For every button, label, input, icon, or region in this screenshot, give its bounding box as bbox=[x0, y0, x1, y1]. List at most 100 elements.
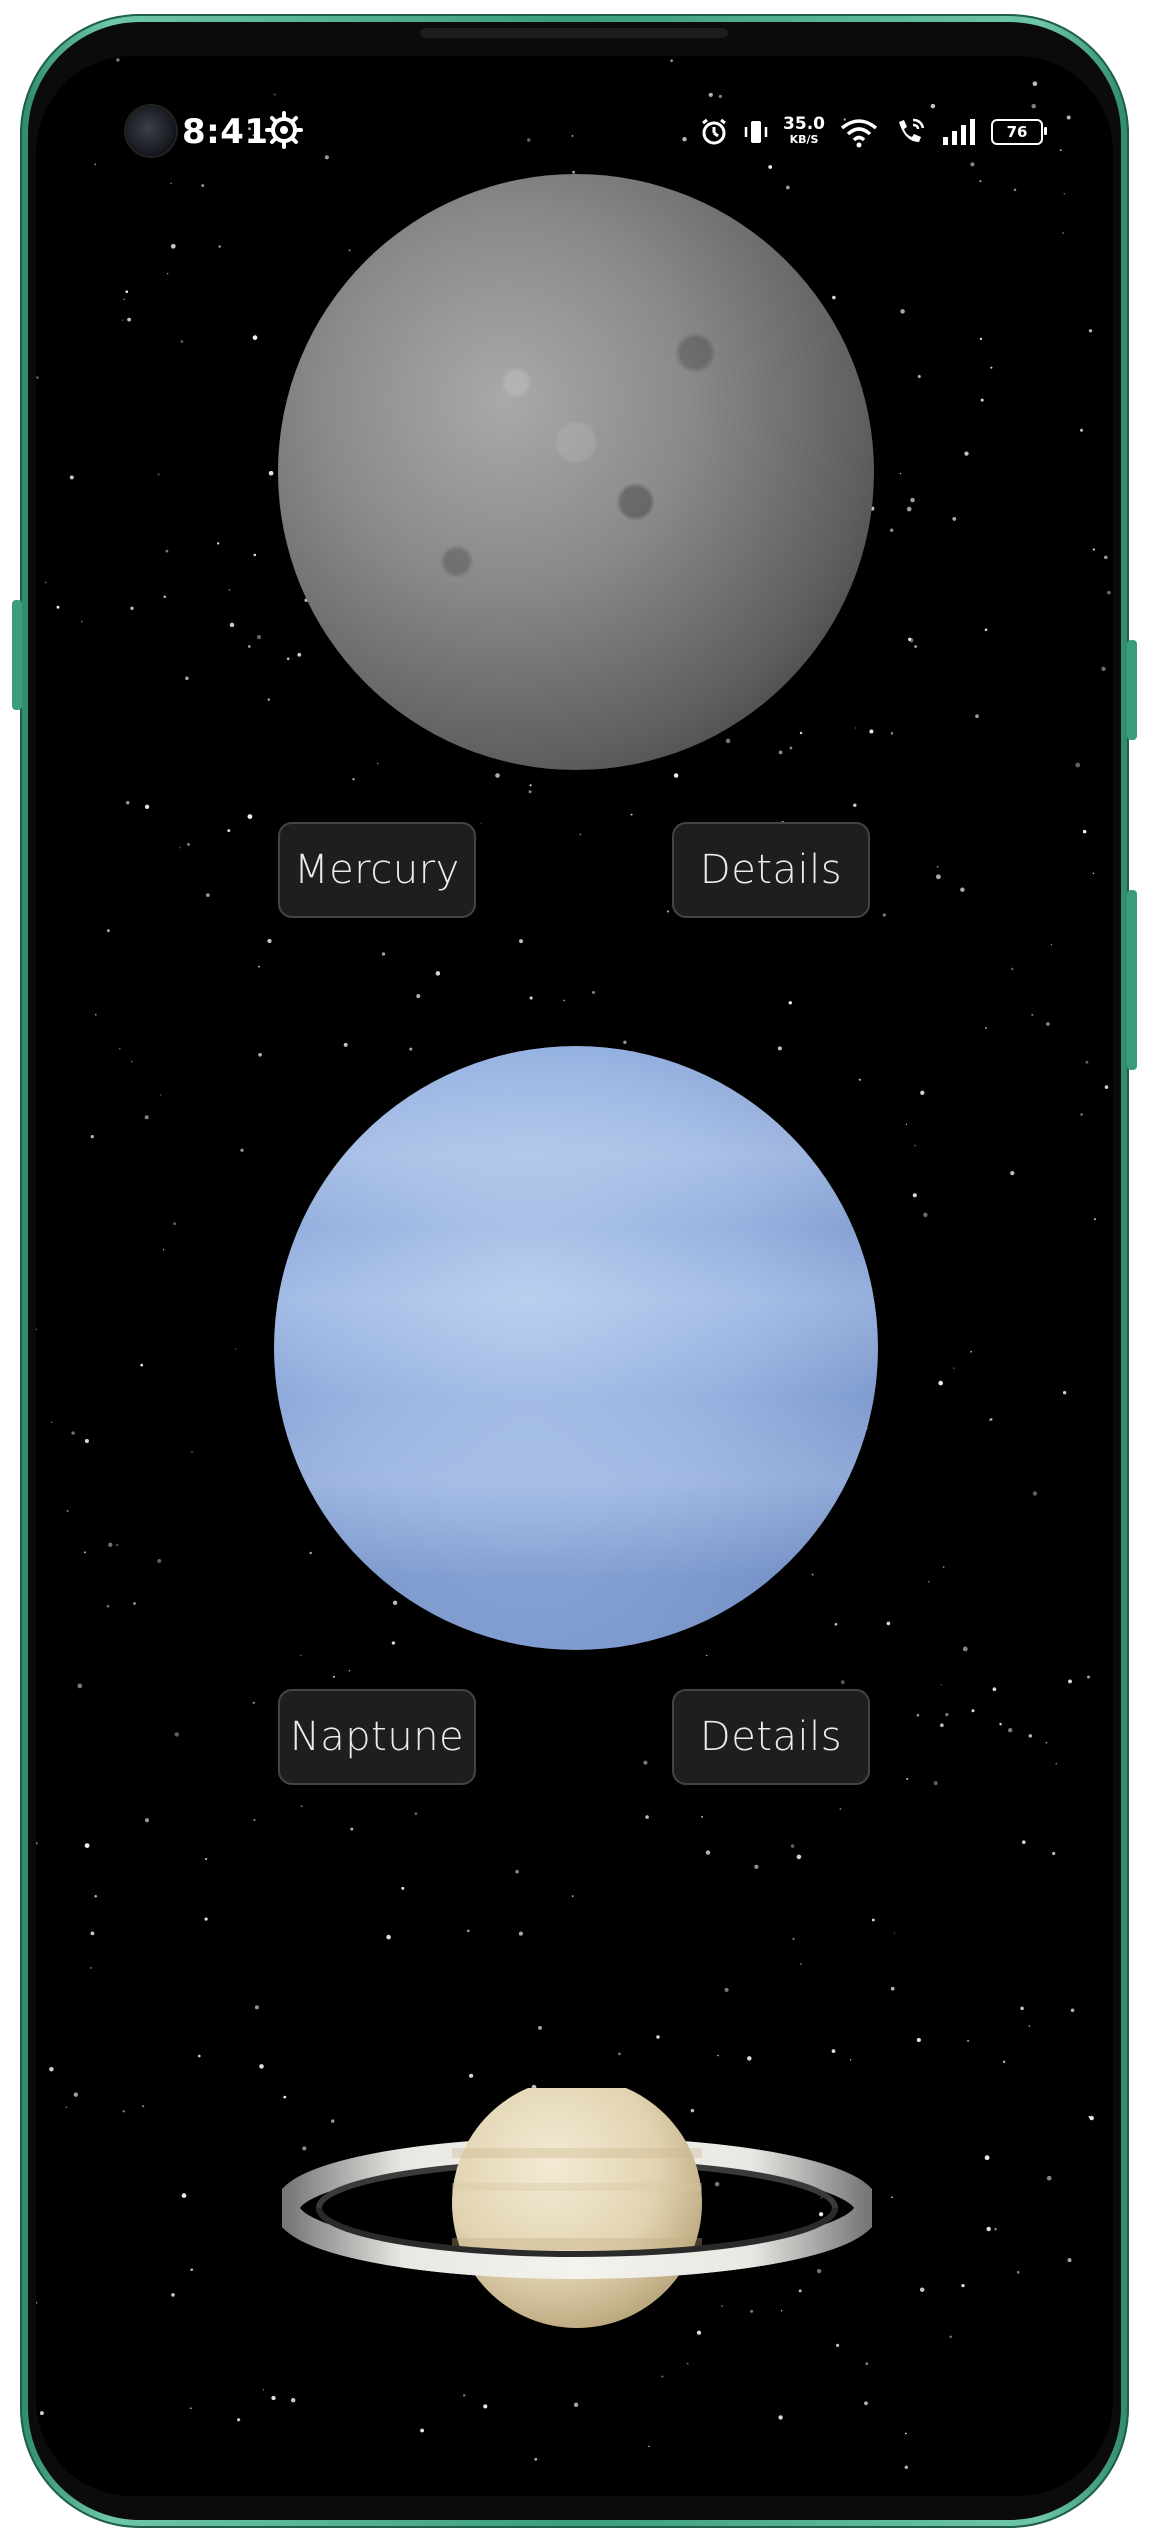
network-speed-unit: KB/S bbox=[789, 133, 819, 146]
star bbox=[519, 939, 523, 944]
vibrate-icon bbox=[744, 121, 768, 143]
star bbox=[480, 822, 482, 824]
star bbox=[919, 2287, 925, 2292]
star bbox=[377, 762, 379, 765]
star bbox=[1022, 1840, 1026, 1844]
star bbox=[83, 1551, 86, 1554]
star bbox=[849, 2059, 852, 2061]
star bbox=[300, 1805, 303, 1808]
star bbox=[170, 243, 176, 249]
mercury-planet-image[interactable] bbox=[278, 174, 874, 770]
star bbox=[754, 1864, 759, 1869]
star bbox=[985, 1026, 988, 1029]
network-speed: 35.0 KB/S bbox=[783, 116, 825, 148]
star bbox=[912, 1193, 917, 1198]
star bbox=[1104, 1085, 1109, 1089]
star bbox=[259, 2064, 264, 2069]
star bbox=[162, 1249, 165, 1251]
star bbox=[904, 2465, 908, 2469]
star bbox=[1101, 666, 1106, 672]
star bbox=[36, 1328, 37, 1331]
star bbox=[297, 652, 302, 657]
star bbox=[917, 375, 921, 378]
star bbox=[95, 1014, 97, 1016]
star bbox=[563, 999, 566, 1002]
star bbox=[174, 1732, 180, 1737]
star bbox=[247, 645, 251, 648]
star bbox=[964, 451, 969, 456]
mercury-details-button[interactable]: Details bbox=[672, 822, 870, 918]
star bbox=[343, 1042, 348, 1047]
star bbox=[864, 2401, 868, 2406]
star bbox=[942, 1566, 945, 1568]
star bbox=[333, 1675, 335, 1678]
star bbox=[811, 1573, 814, 1576]
neptune-name-button[interactable]: Naptune bbox=[278, 1689, 476, 1785]
neptune-details-button[interactable]: Details bbox=[672, 1689, 870, 1785]
star bbox=[127, 317, 131, 322]
star bbox=[832, 295, 836, 300]
star bbox=[643, 1760, 648, 1765]
star bbox=[36, 2301, 38, 2304]
star bbox=[108, 1542, 113, 1547]
star bbox=[190, 2268, 194, 2272]
star bbox=[831, 2049, 836, 2053]
star bbox=[938, 1380, 943, 1386]
star bbox=[579, 833, 582, 836]
star bbox=[778, 2415, 783, 2420]
wifi-calling-icon bbox=[899, 118, 925, 142]
status-icons-group: 35.0 KB/S 76 bbox=[699, 110, 1047, 154]
neptune-planet-image[interactable] bbox=[274, 1046, 878, 1650]
star bbox=[916, 1713, 920, 1717]
star bbox=[534, 2457, 538, 2461]
star bbox=[1002, 2060, 1006, 2064]
star bbox=[724, 1987, 729, 1992]
star bbox=[90, 1931, 95, 1936]
star bbox=[258, 1052, 262, 1057]
star bbox=[949, 2335, 953, 2339]
star bbox=[66, 1509, 69, 1513]
star bbox=[961, 2283, 965, 2288]
saturn-planet-image[interactable] bbox=[282, 2088, 872, 2328]
star bbox=[1062, 232, 1065, 235]
star bbox=[435, 971, 441, 976]
star bbox=[185, 676, 189, 681]
star bbox=[1104, 555, 1108, 560]
star bbox=[121, 319, 124, 321]
star bbox=[940, 1723, 944, 1728]
star bbox=[144, 1818, 150, 1823]
star bbox=[1010, 1170, 1015, 1176]
star bbox=[90, 1966, 92, 1969]
star bbox=[891, 2196, 893, 2198]
star bbox=[253, 553, 257, 557]
star bbox=[953, 1367, 955, 1369]
status-time: 8:41 bbox=[182, 112, 269, 152]
star bbox=[206, 893, 210, 897]
star bbox=[268, 470, 274, 476]
star bbox=[910, 497, 915, 503]
star bbox=[1092, 548, 1095, 551]
star bbox=[234, 1348, 237, 1350]
star bbox=[989, 1419, 991, 1421]
star bbox=[247, 814, 253, 819]
star bbox=[906, 1777, 909, 1780]
star bbox=[705, 1850, 711, 1855]
wifi-icon bbox=[840, 119, 878, 148]
star bbox=[65, 2106, 68, 2108]
mercury-name-button[interactable]: Mercury bbox=[278, 822, 476, 918]
star bbox=[204, 1857, 208, 1861]
star bbox=[130, 1060, 133, 1063]
star bbox=[515, 1869, 519, 1874]
star bbox=[1085, 1060, 1089, 1064]
star bbox=[84, 1843, 90, 1848]
star bbox=[890, 732, 894, 735]
star bbox=[529, 996, 533, 1000]
star bbox=[409, 1047, 413, 1051]
star bbox=[916, 2038, 921, 2042]
star bbox=[858, 1078, 861, 1081]
star bbox=[173, 1222, 177, 1226]
star bbox=[123, 298, 125, 300]
star bbox=[717, 2054, 719, 2057]
star bbox=[701, 1816, 703, 1818]
star bbox=[1016, 2271, 1020, 2274]
